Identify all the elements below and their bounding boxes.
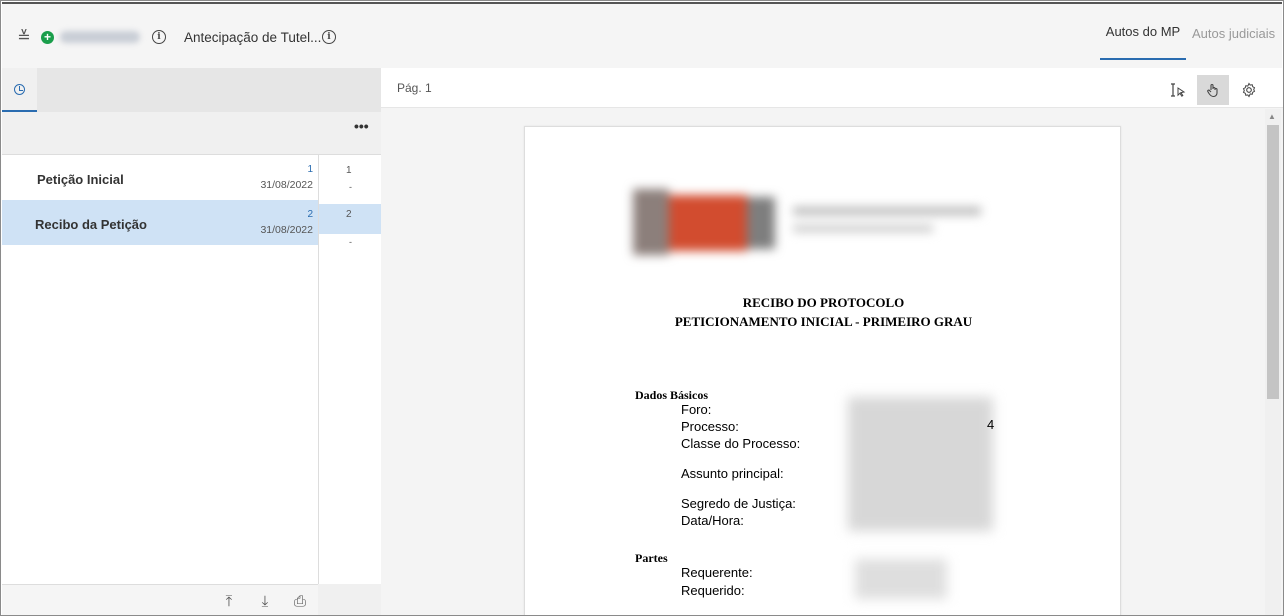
download-icon[interactable]: ⤓	[256, 592, 274, 610]
header: ≚ + i Antecipação de Tutel... i Autos do…	[2, 2, 1282, 68]
vertical-scrollbar[interactable]: ▲	[1265, 109, 1281, 615]
tab-autos-mp[interactable]: Autos do MP	[1100, 4, 1186, 60]
collapse-chevron-icon[interactable]: ≚	[15, 4, 33, 70]
text-select-icon[interactable]	[1162, 75, 1194, 105]
document-title: Petição Inicial	[37, 172, 124, 187]
field-assunto: Assunto principal:	[681, 466, 784, 481]
viewer-toolbar: Pág. 1	[381, 68, 1283, 108]
page-dash: -	[349, 237, 352, 247]
list-toolbar: ⤒ ⤓ ⎙	[2, 584, 318, 615]
document-list: Petição Inicial 1 31/08/2022 Recibo da P…	[2, 154, 318, 584]
document-page: RECIBO DO PROTOCOLO PETICIONAMENTO INICI…	[524, 126, 1121, 615]
list-item[interactable]: Petição Inicial 1 31/08/2022	[2, 155, 318, 200]
page-thumbnails: 1 - 2 -	[318, 154, 382, 584]
document-title: Recibo da Petição	[35, 217, 147, 232]
field-data-hora: Data/Hora:	[681, 513, 744, 528]
receipt-subtitle: PETICIONAMENTO INICIAL - PRIMEIRO GRAU	[674, 314, 973, 329]
redacted-name	[60, 4, 140, 70]
page-thumb[interactable]: 1 -	[319, 160, 382, 192]
document-number: 2	[307, 209, 313, 220]
process-number-fragment: 4	[987, 417, 995, 432]
receipt-title: RECIBO DO PROTOCOLO	[742, 295, 905, 310]
redacted-parties	[855, 559, 947, 599]
page-indicator: Pág. 1	[397, 81, 432, 95]
more-options-button[interactable]: •••	[354, 118, 369, 134]
title-info-icon[interactable]: i	[322, 4, 336, 70]
page-dash: -	[349, 182, 352, 192]
panel-tabbar	[2, 68, 381, 112]
field-segredo: Segredo de Justiça:	[681, 496, 796, 511]
document-date: 31/08/2022	[260, 224, 313, 236]
page-thumb[interactable]: 2 -	[319, 204, 382, 247]
institution-logo	[633, 189, 981, 255]
section-parties: Partes	[635, 551, 668, 565]
scrollbar-thumb[interactable]	[1267, 125, 1279, 399]
clock-icon	[14, 83, 25, 95]
app-window: ≚ + i Antecipação de Tutel... i Autos do…	[0, 0, 1284, 616]
add-icon[interactable]: +	[41, 4, 54, 70]
documents-panel: ••• Petição Inicial 1 31/08/2022 Recibo …	[2, 68, 382, 615]
document-date: 31/08/2022	[260, 179, 313, 191]
page-number: 1	[346, 165, 352, 176]
upload-icon[interactable]: ⤒	[220, 592, 238, 610]
redacted-values	[848, 397, 993, 531]
hand-tool-icon[interactable]	[1197, 75, 1229, 105]
info-icon[interactable]: i	[152, 4, 166, 70]
print-icon[interactable]: ⎙	[291, 592, 309, 610]
field-processo: Processo:	[681, 419, 739, 434]
field-requerente: Requerente:	[681, 565, 753, 580]
section-basic-data: Dados Básicos	[635, 388, 709, 402]
settings-gear-icon[interactable]	[1233, 75, 1265, 105]
document-title: Antecipação de Tutel...	[184, 29, 322, 45]
scroll-up-icon[interactable]: ▲	[1268, 112, 1276, 121]
page-number: 2	[346, 209, 352, 220]
tab-autos-judiciais[interactable]: Autos judiciais	[1192, 4, 1275, 62]
field-foro: Foro:	[681, 402, 712, 417]
document-number: 1	[307, 164, 313, 175]
document-viewer: Pág. 1 RECIBO DO PROTOCOLO PETICIONAMENT…	[381, 68, 1283, 615]
field-requerido: Requerido:	[681, 583, 745, 598]
list-item[interactable]: Recibo da Petição 2 31/08/2022	[2, 200, 318, 245]
history-tab[interactable]	[2, 68, 37, 112]
field-classe: Classe do Processo:	[681, 436, 801, 451]
